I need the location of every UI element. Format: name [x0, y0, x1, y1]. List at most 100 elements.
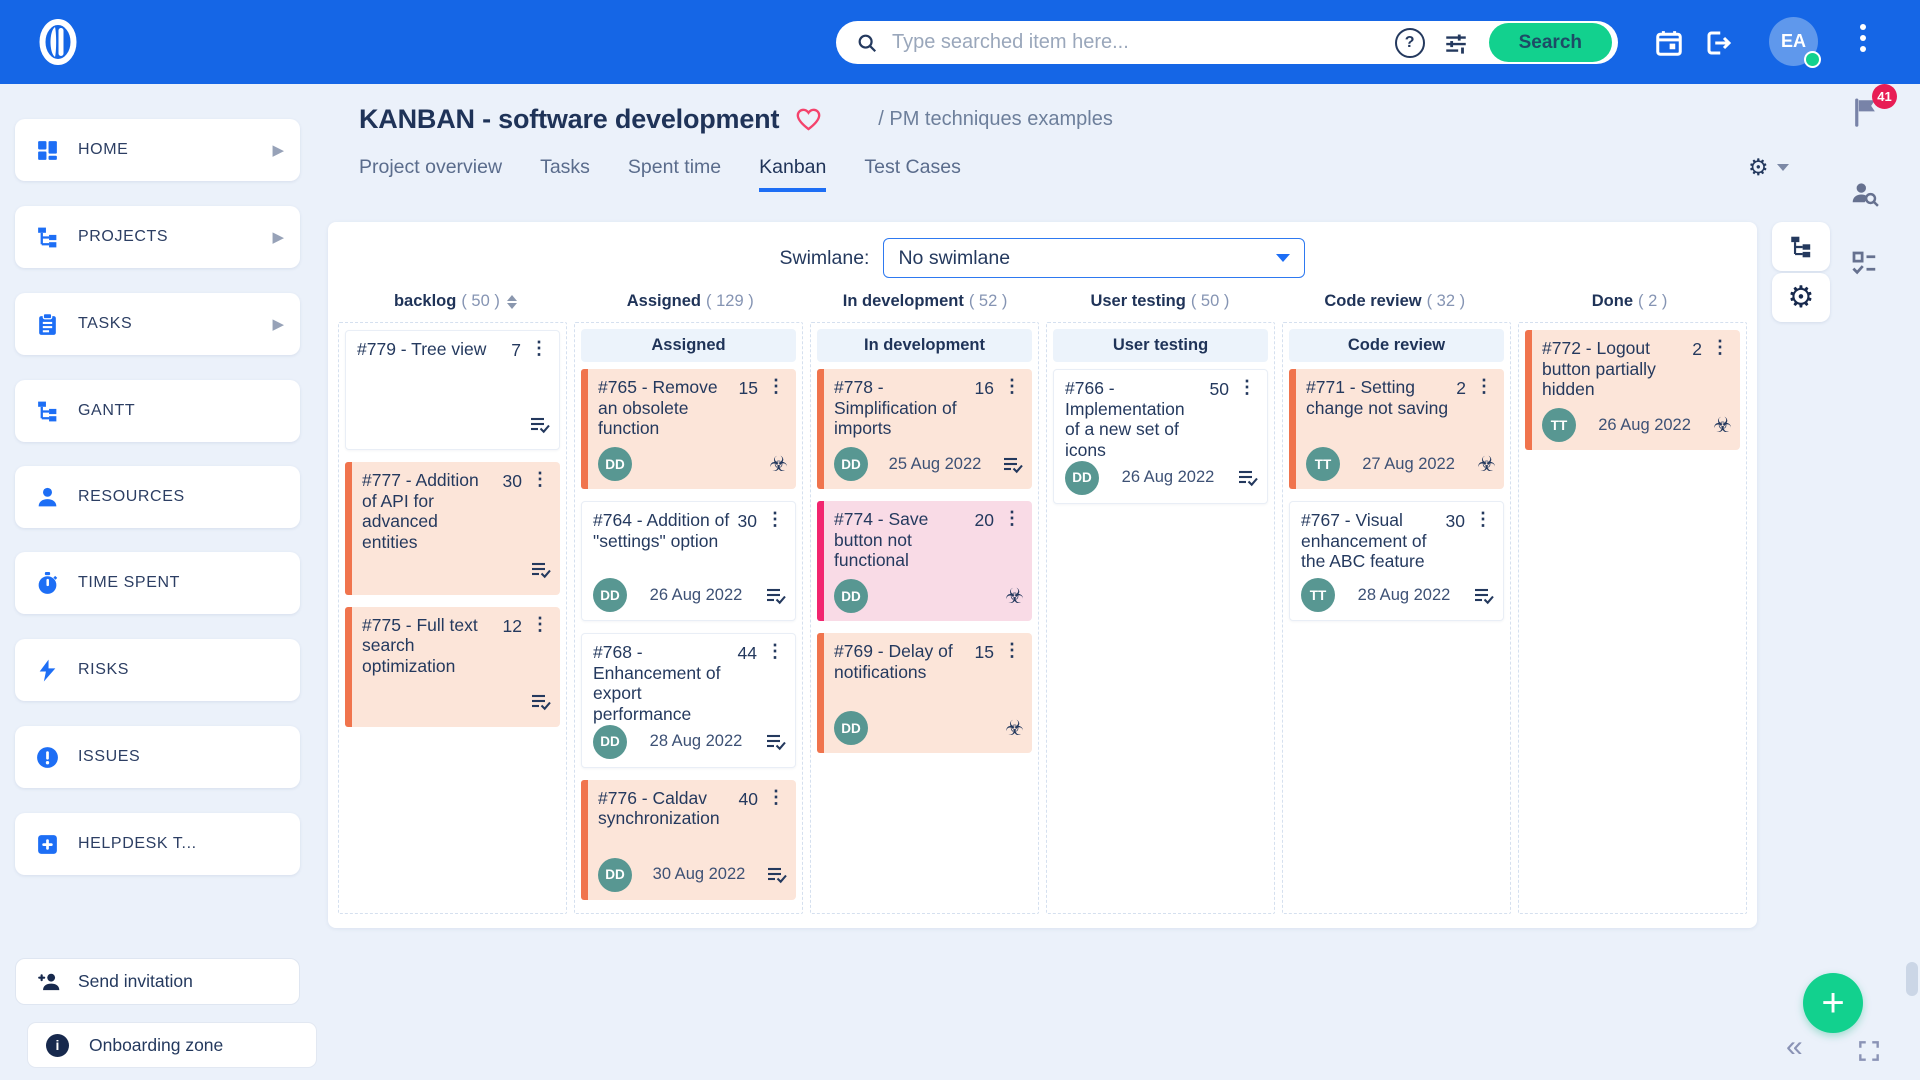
sidebar-item-risks[interactable]: RISKS	[15, 639, 300, 701]
task-card[interactable]: #777 - Addition of API for advanced enti…	[345, 462, 560, 595]
notifications-flag-button[interactable]: 41	[1850, 96, 1880, 128]
task-points: 12	[503, 616, 522, 637]
task-points: 16	[975, 378, 994, 399]
board-settings-button[interactable]: ⚙	[1748, 154, 1789, 181]
collapse-panel-icon[interactable]: «	[1786, 1030, 1803, 1064]
task-card[interactable]: #779 - Tree view7⋮	[345, 330, 560, 450]
card-menu-icon[interactable]: ⋮	[528, 615, 552, 633]
swimlane-label: Swimlane:	[780, 247, 870, 270]
tab-project-overview[interactable]: Project overview	[359, 156, 502, 192]
task-title: #771 - Setting change not saving	[1306, 377, 1454, 418]
task-card[interactable]: #774 - Save button not functional20⋮DD☣	[817, 501, 1032, 621]
sidebar-item-helpdesk-t[interactable]: HELPDESK T...	[15, 813, 300, 875]
search-input[interactable]	[890, 30, 1395, 55]
sidebar-item-resources[interactable]: RESOURCES	[15, 466, 300, 528]
card-menu-icon[interactable]: ⋮	[1235, 378, 1259, 396]
swimlane-select[interactable]: No swimlane	[883, 238, 1305, 278]
task-card[interactable]: #768 - Enhancement of export performance…	[581, 633, 796, 768]
assignee-avatar[interactable]: TT	[1306, 447, 1340, 481]
card-menu-icon[interactable]: ⋮	[1000, 641, 1024, 659]
assignee-avatar[interactable]: DD	[593, 725, 627, 759]
assignee-avatar[interactable]: DD	[834, 579, 868, 613]
fullscreen-icon[interactable]	[1856, 1038, 1882, 1064]
card-menu-icon[interactable]: ⋮	[1472, 377, 1496, 395]
more-options-icon[interactable]	[1860, 24, 1866, 52]
task-card[interactable]: #769 - Delay of notifications15⋮DD☣	[817, 633, 1032, 753]
card-menu-icon[interactable]: ⋮	[764, 377, 788, 395]
swimlane-value: No swimlane	[898, 247, 1276, 270]
column-header-assigned[interactable]: Assigned( 129 )	[573, 292, 808, 311]
tab-kanban[interactable]: Kanban	[759, 156, 826, 192]
sidebar-item-issues[interactable]: ISSUES	[15, 726, 300, 788]
task-card[interactable]: #772 - Logout button partially hidden2⋮T…	[1525, 330, 1740, 450]
column-header-code-review[interactable]: Code review( 32 )	[1277, 292, 1512, 311]
assignee-avatar[interactable]: DD	[834, 447, 868, 481]
scrollbar-thumb[interactable]	[1906, 962, 1918, 996]
assignee-avatar[interactable]: DD	[598, 447, 632, 481]
sort-icon[interactable]	[507, 295, 517, 309]
due-date: 26 Aug 2022	[627, 586, 765, 605]
task-title: #768 - Enhancement of export performance	[593, 642, 736, 725]
card-menu-icon[interactable]: ⋮	[1000, 509, 1024, 527]
assignee-avatar[interactable]: TT	[1301, 578, 1335, 612]
task-card[interactable]: #775 - Full text search optimization12⋮	[345, 607, 560, 727]
send-invitation-button[interactable]: Send invitation	[15, 958, 300, 1005]
task-card[interactable]: #765 - Remove an obsolete function15⋮DD☣	[581, 369, 796, 489]
tab-test-cases[interactable]: Test Cases	[864, 156, 960, 192]
task-card[interactable]: #771 - Setting change not saving2⋮TT27 A…	[1289, 369, 1504, 489]
card-menu-icon[interactable]: ⋮	[1000, 377, 1024, 395]
search-help-icon[interactable]: ?	[1395, 28, 1425, 58]
card-menu-icon[interactable]: ⋮	[763, 642, 787, 660]
column-header-done[interactable]: Done( 2 )	[1512, 292, 1747, 311]
kanban-settings-button[interactable]: ⚙	[1772, 273, 1830, 322]
checklist-panel-icon[interactable]	[1849, 248, 1879, 278]
assignee-avatar[interactable]: DD	[598, 858, 632, 892]
sidebar-item-tasks[interactable]: TASKS▶	[15, 293, 300, 355]
sidebar-item-home[interactable]: HOME▶	[15, 119, 300, 181]
assignee-avatar[interactable]: DD	[593, 578, 627, 612]
sidebar-item-gantt[interactable]: GANTT	[15, 380, 300, 442]
biohazard-icon: ☣	[1005, 718, 1024, 739]
onboarding-zone-button[interactable]: i Onboarding zone	[27, 1022, 317, 1068]
sidebar-item-projects[interactable]: PROJECTS▶	[15, 206, 300, 268]
user-search-icon[interactable]	[1849, 178, 1881, 208]
task-card[interactable]: #778 - Simplification of imports16⋮DD25 …	[817, 369, 1032, 489]
task-points: 2	[1456, 378, 1466, 399]
task-card[interactable]: #764 - Addition of "settings" option30⋮D…	[581, 501, 796, 621]
assignee-avatar[interactable]: TT	[1542, 408, 1576, 442]
tab-tasks[interactable]: Tasks	[540, 156, 590, 192]
add-task-fab-button[interactable]: +	[1803, 973, 1863, 1033]
assignee-avatar[interactable]: DD	[834, 711, 868, 745]
card-menu-icon[interactable]: ⋮	[763, 510, 787, 528]
card-menu-icon[interactable]: ⋮	[764, 788, 788, 806]
send-invitation-label: Send invitation	[78, 971, 193, 992]
tree-view-toggle-button[interactable]	[1772, 222, 1830, 271]
card-menu-icon[interactable]: ⋮	[528, 470, 552, 488]
tab-spent-time[interactable]: Spent time	[628, 156, 721, 192]
task-card[interactable]: #767 - Visual enhancement of the ABC fea…	[1289, 501, 1504, 621]
sidebar-item-time-spent[interactable]: TIME SPENT	[15, 552, 300, 614]
column-header-user-testing[interactable]: User testing( 50 )	[1042, 292, 1277, 311]
breadcrumb[interactable]: / PM techniques examples	[878, 108, 1113, 131]
sidebar-item-label: RISKS	[78, 661, 284, 679]
assignee-avatar[interactable]: DD	[1065, 461, 1099, 495]
card-menu-icon[interactable]: ⋮	[527, 339, 551, 357]
favorite-heart-icon[interactable]	[795, 107, 822, 132]
plus-square-icon	[35, 832, 60, 857]
calendar-icon[interactable]	[1654, 28, 1684, 58]
sign-out-icon[interactable]	[1704, 28, 1734, 58]
task-card[interactable]: #766 - Implementation of a new set of ic…	[1053, 369, 1268, 504]
card-menu-icon[interactable]: ⋮	[1471, 510, 1495, 528]
search-filter-icon[interactable]	[1443, 30, 1469, 56]
checklist-icon	[765, 732, 787, 751]
column-header-in-development[interactable]: In development( 52 )	[808, 292, 1043, 311]
checklist-icon	[530, 560, 552, 579]
card-menu-icon[interactable]: ⋮	[1708, 338, 1732, 356]
column-done: #772 - Logout button partially hidden2⋮T…	[1518, 322, 1747, 914]
search-button[interactable]: Search	[1489, 23, 1612, 62]
column-header-backlog[interactable]: backlog( 50 )	[338, 292, 573, 311]
user-avatar[interactable]: EA	[1769, 17, 1818, 66]
task-card[interactable]: #776 - Caldav synchronization40⋮DD30 Aug…	[581, 780, 796, 900]
app-logo-icon[interactable]	[30, 14, 86, 70]
stopwatch-icon	[35, 571, 60, 596]
